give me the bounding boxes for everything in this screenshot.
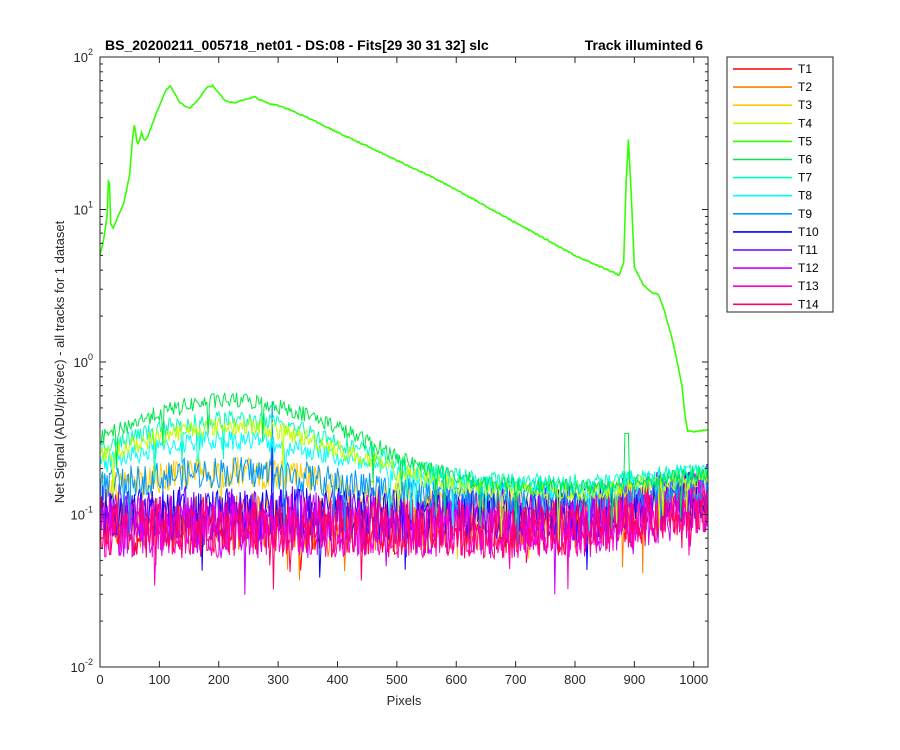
chart-subtitle: Track illuminted 6 (585, 37, 703, 53)
legend-label: T9 (798, 207, 812, 221)
chart-title: BS_20200211_005718_net01 - DS:08 - Fits[… (105, 37, 489, 53)
y-tick-exponent: -1 (85, 505, 93, 515)
x-tick-label: 900 (624, 672, 646, 687)
x-tick-label: 600 (445, 672, 467, 687)
x-axis-label: Pixels (387, 693, 422, 708)
legend-label: T3 (798, 98, 812, 112)
x-tick-label: 400 (327, 672, 349, 687)
y-axis: 10-210-1100101102 (71, 47, 708, 675)
legend-label: T13 (798, 279, 819, 293)
y-tick-label: 100 (74, 352, 93, 370)
legend-label: T1 (798, 62, 812, 76)
y-tick-exponent: -2 (85, 657, 93, 667)
y-tick-label: 10-2 (71, 657, 93, 675)
x-tick-label: 800 (564, 672, 586, 687)
y-axis-label: Net Signal (ADU/pix/sec) - all tracks fo… (52, 220, 67, 503)
y-tick-exponent: 0 (88, 352, 93, 362)
y-tick-exponent: 1 (88, 200, 93, 210)
series-line-t5 (99, 83, 709, 433)
legend-label: T12 (798, 261, 819, 275)
x-tick-label: 100 (149, 672, 171, 687)
y-tick-label: 102 (74, 47, 93, 65)
legend-label: T7 (798, 171, 812, 185)
x-tick-label: 1000 (679, 672, 708, 687)
x-tick-label: 200 (208, 672, 230, 687)
legend-label: T4 (798, 116, 812, 130)
x-tick-label: 0 (96, 672, 103, 687)
legend-label: T11 (798, 243, 818, 257)
y-tick-label: 101 (74, 200, 93, 218)
legend-label: T2 (798, 80, 812, 94)
x-tick-label: 700 (505, 672, 527, 687)
legend-label: T10 (798, 225, 819, 239)
y-tick-base: 10 (71, 508, 85, 523)
legend-label: T6 (798, 153, 812, 167)
legend: T1 T2 T3 T4 T5 T6 T7 T8 T9 T10 T11 T12 T13 T14 (726, 56, 834, 313)
plot-area (99, 83, 709, 595)
line-chart: 0 100 200 300 400 500 600 700 800 900 1000 10-210-… (52, 37, 834, 708)
x-axis: 0 100 200 300 400 500 600 700 800 900 1000 (96, 57, 708, 687)
y-tick-base: 10 (74, 203, 88, 218)
x-tick-label: 300 (267, 672, 289, 687)
y-tick-exponent: 2 (88, 47, 93, 57)
legend-label: T8 (798, 189, 812, 203)
y-tick-base: 10 (71, 660, 85, 675)
x-tick-label: 500 (386, 672, 408, 687)
y-tick-label: 10-1 (71, 505, 93, 523)
y-tick-base: 10 (74, 50, 88, 65)
legend-label: T5 (798, 134, 812, 148)
axes-box (99, 56, 709, 668)
y-tick-base: 10 (74, 355, 88, 370)
legend-label: T14 (798, 297, 819, 311)
